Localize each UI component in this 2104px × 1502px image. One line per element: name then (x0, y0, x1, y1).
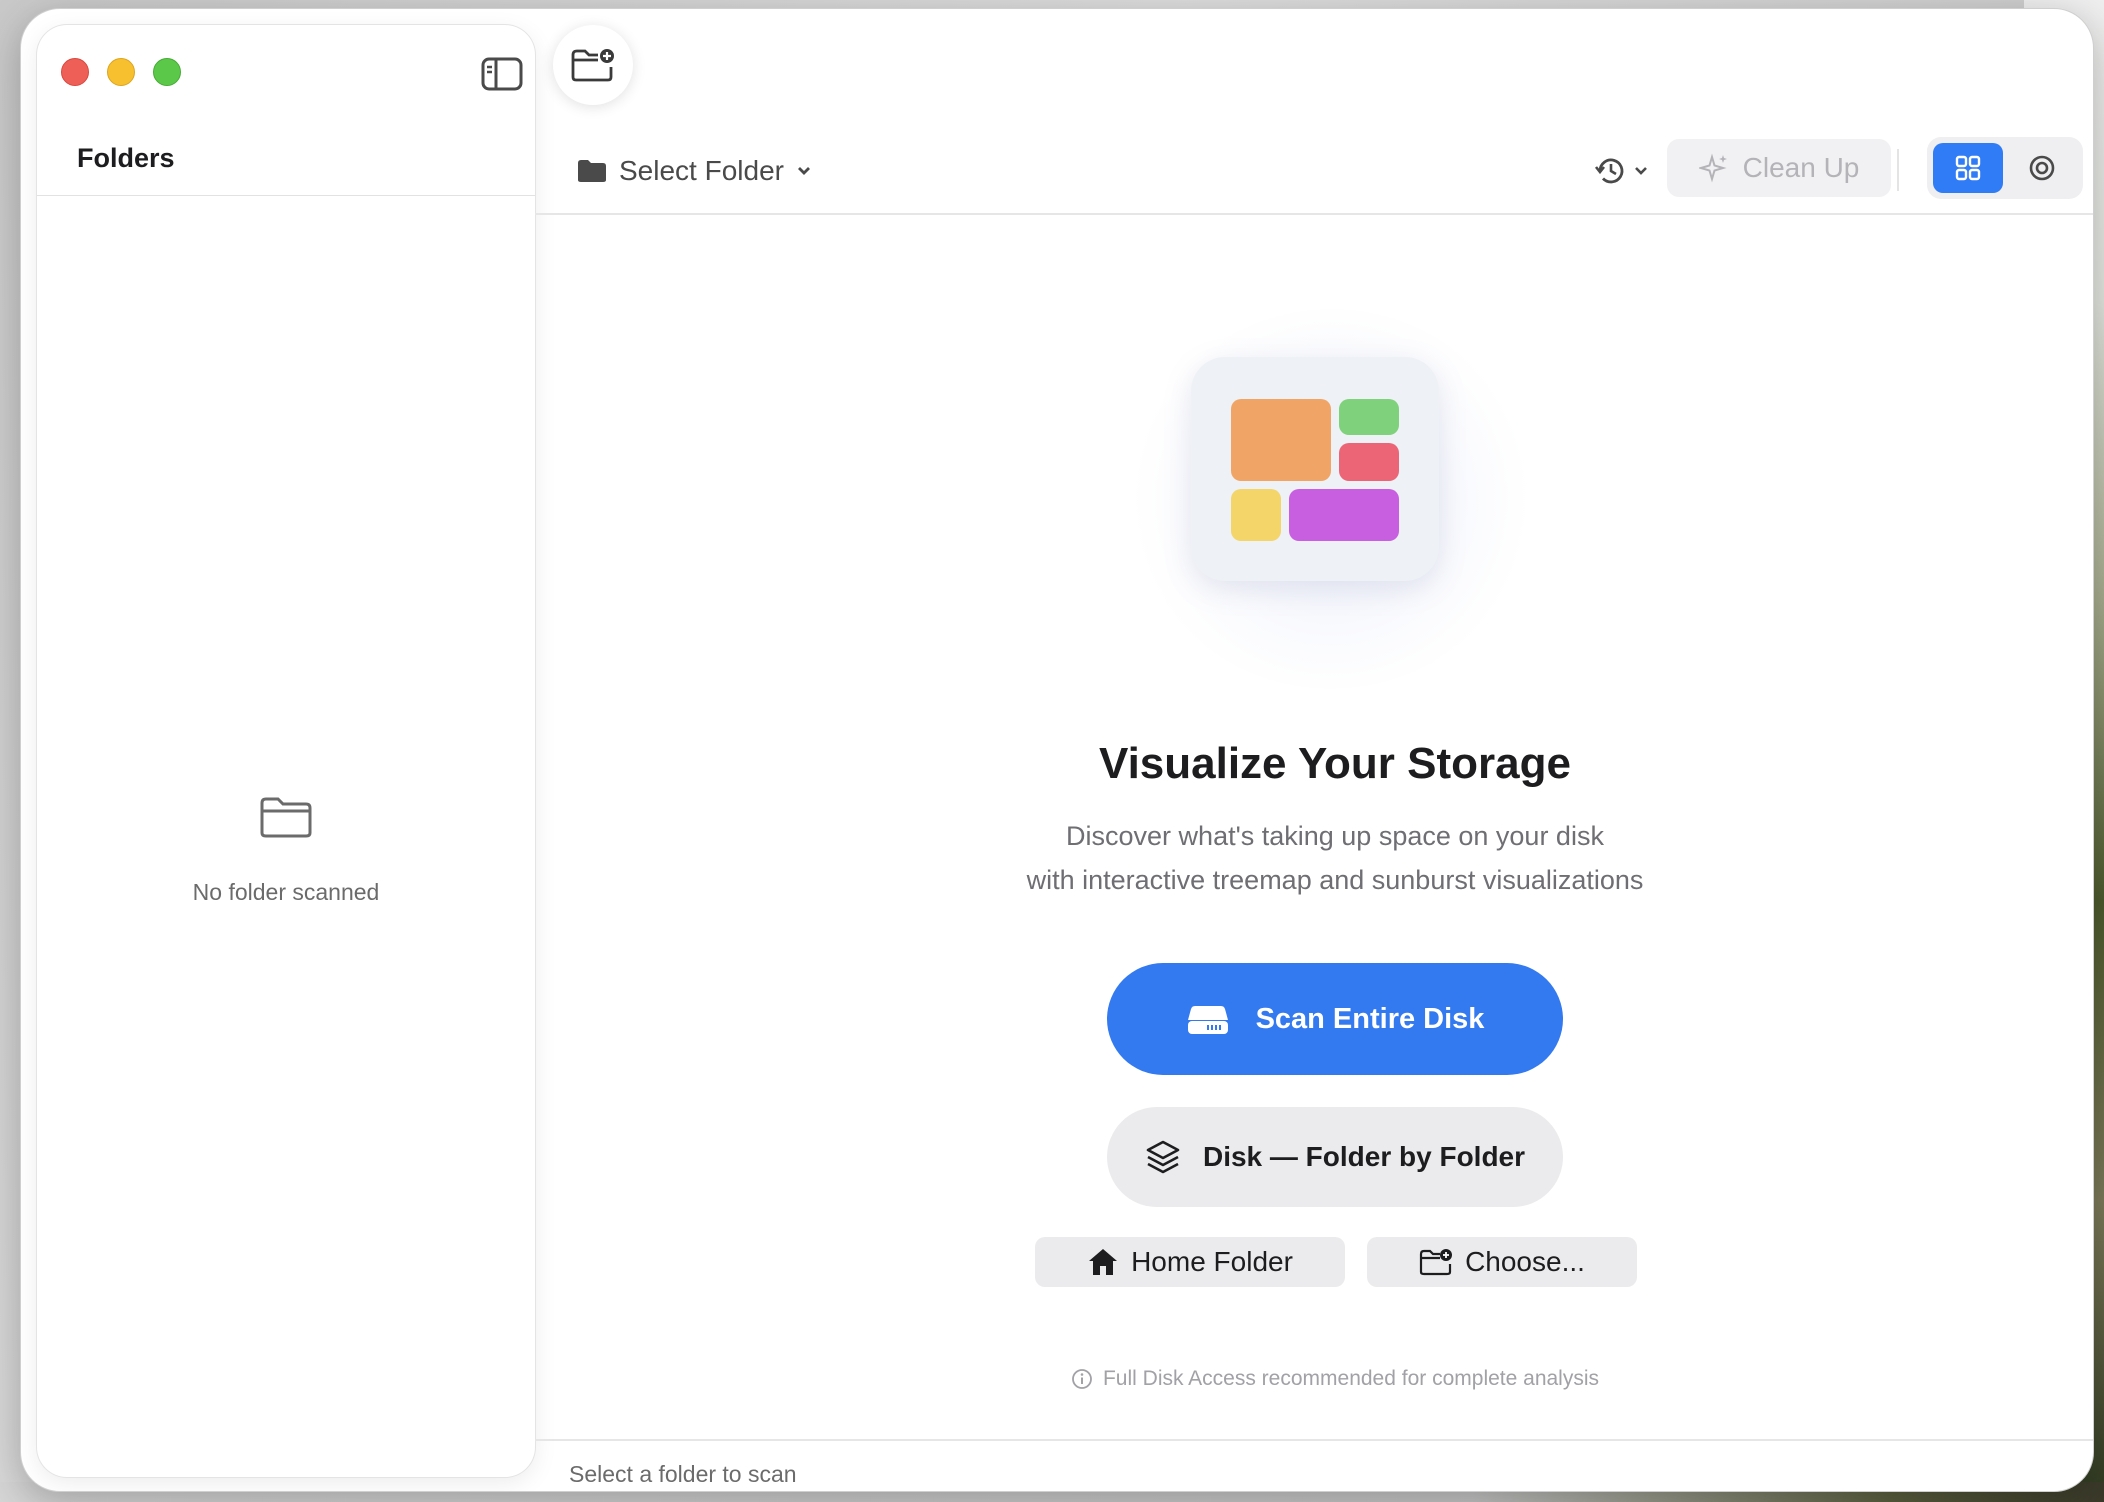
sidebar-divider (37, 195, 535, 196)
choose-folder-button[interactable]: Choose... (1367, 1237, 1637, 1287)
treemap-tile-green (1339, 399, 1399, 435)
folder-add-icon (1419, 1249, 1453, 1276)
sunburst-view-button[interactable] (2007, 143, 2077, 193)
treemap-tile-orange (1231, 399, 1331, 481)
select-folder-dropdown[interactable]: Select Folder (577, 151, 812, 191)
disk-folder-by-folder-label: Disk — Folder by Folder (1202, 1141, 1526, 1172)
app-window: Folders No folder scanned Select Folder (20, 8, 2094, 1492)
home-folder-button[interactable]: Home Folder (1035, 1237, 1345, 1287)
history-clock-icon (1594, 158, 1624, 184)
treemap-tile-yellow (1231, 489, 1281, 541)
new-scan-folder-button[interactable] (553, 25, 633, 105)
scan-entire-disk-label: Scan Entire Disk (1255, 1002, 1485, 1035)
grid-icon (1955, 155, 1981, 181)
minimize-window-button[interactable] (107, 58, 135, 86)
toolbar-separator (1897, 149, 1899, 191)
chevron-down-icon (797, 167, 810, 175)
hard-drive-icon (1187, 1006, 1228, 1034)
chevron-down-icon (1635, 167, 1647, 175)
treemap-illustration (1191, 357, 1439, 581)
treemap-tile-purple (1289, 489, 1399, 541)
home-folder-label: Home Folder (1131, 1246, 1293, 1277)
close-window-button[interactable] (61, 58, 89, 86)
treemap-tile-red (1339, 443, 1399, 481)
clean-up-label: Clean Up (1742, 152, 1860, 183)
folder-icon (259, 795, 313, 839)
sidebar-title: Folders (77, 143, 175, 173)
sidebar: Folders No folder scanned (37, 25, 535, 1477)
toolbar-divider (535, 213, 2093, 215)
scan-entire-disk-button[interactable]: Scan Entire Disk (1107, 963, 1563, 1075)
layers-icon (1146, 1140, 1180, 1174)
sidebar-toggle-icon[interactable] (481, 57, 523, 91)
status-bar-text: Select a folder to scan (569, 1461, 797, 1487)
treemap-view-button[interactable] (1933, 143, 2003, 193)
full-disk-access-notice: Full Disk Access recommended for complet… (735, 1367, 1935, 1391)
folder-icon (578, 160, 606, 182)
folder-add-icon (571, 49, 614, 82)
sparkles-icon (1698, 153, 1727, 183)
select-folder-label: Select Folder (619, 155, 784, 186)
status-bar-divider (535, 1439, 2093, 1441)
empty-state-message: No folder scanned (192, 879, 380, 905)
hero-subtitle-line2: with interactive treemap and sunburst vi… (1026, 865, 1644, 895)
house-icon (1089, 1249, 1118, 1275)
info-icon (1072, 1369, 1092, 1389)
clean-up-button[interactable]: Clean Up (1667, 139, 1891, 197)
hero-subtitle-line1: Discover what's taking up space on your … (1066, 821, 1604, 851)
maximize-window-button[interactable] (153, 58, 181, 86)
choose-folder-label: Choose... (1465, 1246, 1585, 1277)
target-icon (2029, 155, 2055, 181)
disk-folder-by-folder-button[interactable]: Disk — Folder by Folder (1107, 1107, 1563, 1207)
history-menu-button[interactable] (1593, 151, 1657, 191)
view-mode-segmented-control (1927, 137, 2083, 199)
full-disk-access-text: Full Disk Access recommended for complet… (1102, 1367, 1600, 1390)
hero-title: Visualize Your Storage (1099, 739, 1571, 788)
